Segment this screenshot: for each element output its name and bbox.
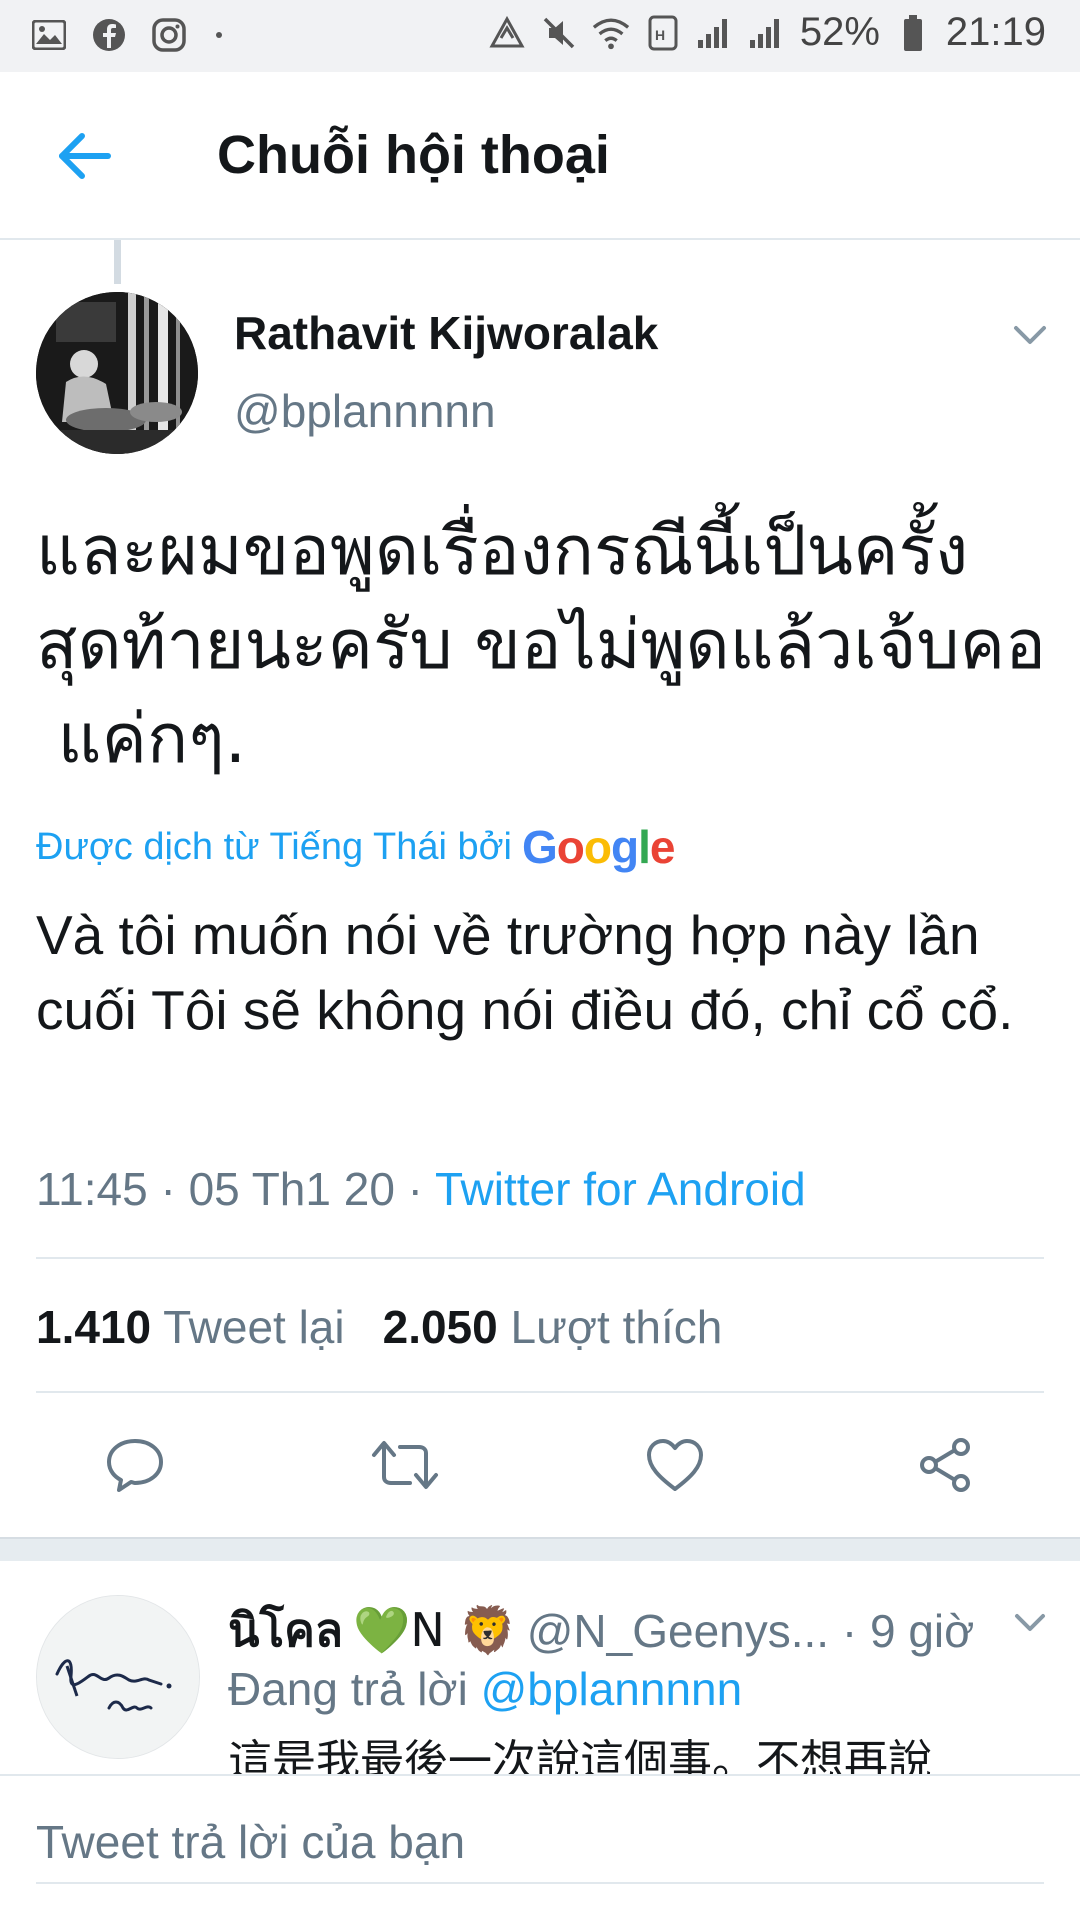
tweet-menu-button[interactable] <box>1010 320 1050 350</box>
tweet-actions <box>0 1430 1080 1510</box>
mute-icon <box>540 14 578 52</box>
author-avatar[interactable] <box>36 292 198 454</box>
arrow-left-icon <box>59 133 111 179</box>
reply-author-avatar[interactable] <box>36 1595 200 1759</box>
google-logo-letter: l <box>638 821 651 873</box>
tweet-stats: 1.410 Tweet lại 2.050 Lượt thích <box>36 1300 722 1354</box>
reply-author-name[interactable]: นิโคล <box>228 1594 343 1667</box>
section-gap <box>0 1537 1080 1561</box>
reply-button[interactable] <box>100 1430 170 1500</box>
page-title: Chuỗi hội thoại <box>217 125 610 185</box>
reply-menu-button[interactable] <box>1012 1610 1048 1636</box>
tweet-text: และผมขอพูดเรื่องกรณีนี้เป็นครั้ง สุดท้าย… <box>36 512 1046 779</box>
notification-dot-icon <box>216 32 222 38</box>
status-bar: H 52% 21:19 <box>0 0 1080 72</box>
reply-text: 這是我最後一次說這個事。不想再說 <box>228 1736 932 1774</box>
google-logo-letter: G <box>521 821 558 873</box>
clock: 21:19 <box>945 10 1046 54</box>
reply-handle-time: @N_Geenys... · 9 giờ <box>526 1604 975 1657</box>
tweet-timestamp: 11:45 · 05 Th1 20 · <box>36 1163 435 1215</box>
replying-to: Đang trả lời @bplannnnn <box>228 1662 742 1716</box>
tweet-meta: 11:45 · 05 Th1 20 · Twitter for Android <box>36 1162 806 1216</box>
likes-count: 2.050 <box>382 1301 498 1353</box>
signal-icon <box>748 14 786 52</box>
retweets-count: 1.410 <box>36 1301 152 1353</box>
wifi-icon <box>592 14 630 52</box>
tweet-source-link[interactable]: Twitter for Android <box>435 1163 806 1215</box>
retweets-stat[interactable]: 1.410 Tweet lại <box>36 1300 345 1354</box>
retweets-label: Tweet lại <box>163 1301 345 1353</box>
hd-call-icon: H <box>644 14 682 52</box>
reply-compose-bar <box>0 1774 1080 1922</box>
replying-to-mention[interactable]: @bplannnnn <box>481 1663 743 1715</box>
translation-attribution: Được dịch từ Tiếng Thái bởi Google <box>36 820 676 874</box>
chevron-down-icon <box>1014 326 1046 344</box>
thread-connector-line <box>114 240 121 284</box>
heart-icon <box>647 1439 703 1491</box>
share-button[interactable] <box>910 1430 980 1500</box>
app-header: Chuỗi hội thoại <box>0 72 1080 240</box>
data-saver-icon <box>488 14 526 52</box>
retweet-icon <box>372 1441 438 1489</box>
like-button[interactable] <box>640 1430 710 1500</box>
google-logo-letter: o <box>583 821 612 873</box>
replying-to-label: Đang trả lời <box>228 1663 468 1715</box>
share-icon <box>920 1438 970 1492</box>
facebook-icon <box>90 16 128 54</box>
gallery-icon <box>30 16 68 54</box>
likes-stat[interactable]: 2.050 Lượt thích <box>383 1300 723 1354</box>
signal-icon <box>696 14 734 52</box>
google-logo: Google <box>521 820 676 874</box>
translated-by-label: Được dịch từ Tiếng Thái bởi <box>36 825 512 868</box>
retweet-button[interactable] <box>370 1430 440 1500</box>
likes-label: Lượt thích <box>510 1301 723 1353</box>
reply-name-emoji: 💚N 🦁 <box>353 1603 517 1657</box>
back-button[interactable] <box>56 127 114 185</box>
google-logo-letter: g <box>610 821 639 873</box>
divider <box>36 1257 1044 1259</box>
google-logo-letter: o <box>556 821 585 873</box>
instagram-icon <box>150 16 188 54</box>
divider <box>36 1391 1044 1393</box>
chevron-down-icon <box>1015 1614 1045 1631</box>
battery-percent: 52% <box>799 10 880 54</box>
author-handle[interactable]: @bplannnnn <box>234 384 496 438</box>
reply-header: นิโคล 💚N 🦁 @N_Geenys... · 9 giờ <box>228 1594 974 1667</box>
svg-text:H: H <box>655 27 665 43</box>
google-logo-letter: e <box>649 821 676 873</box>
reply-input[interactable] <box>36 1802 1044 1884</box>
author-name[interactable]: Rathavit Kijworalak <box>234 306 658 360</box>
battery-icon <box>894 14 932 52</box>
reply-icon <box>107 1439 163 1492</box>
translated-text: Và tôi muốn nói về trường hợp này lần cu… <box>36 904 1014 1041</box>
